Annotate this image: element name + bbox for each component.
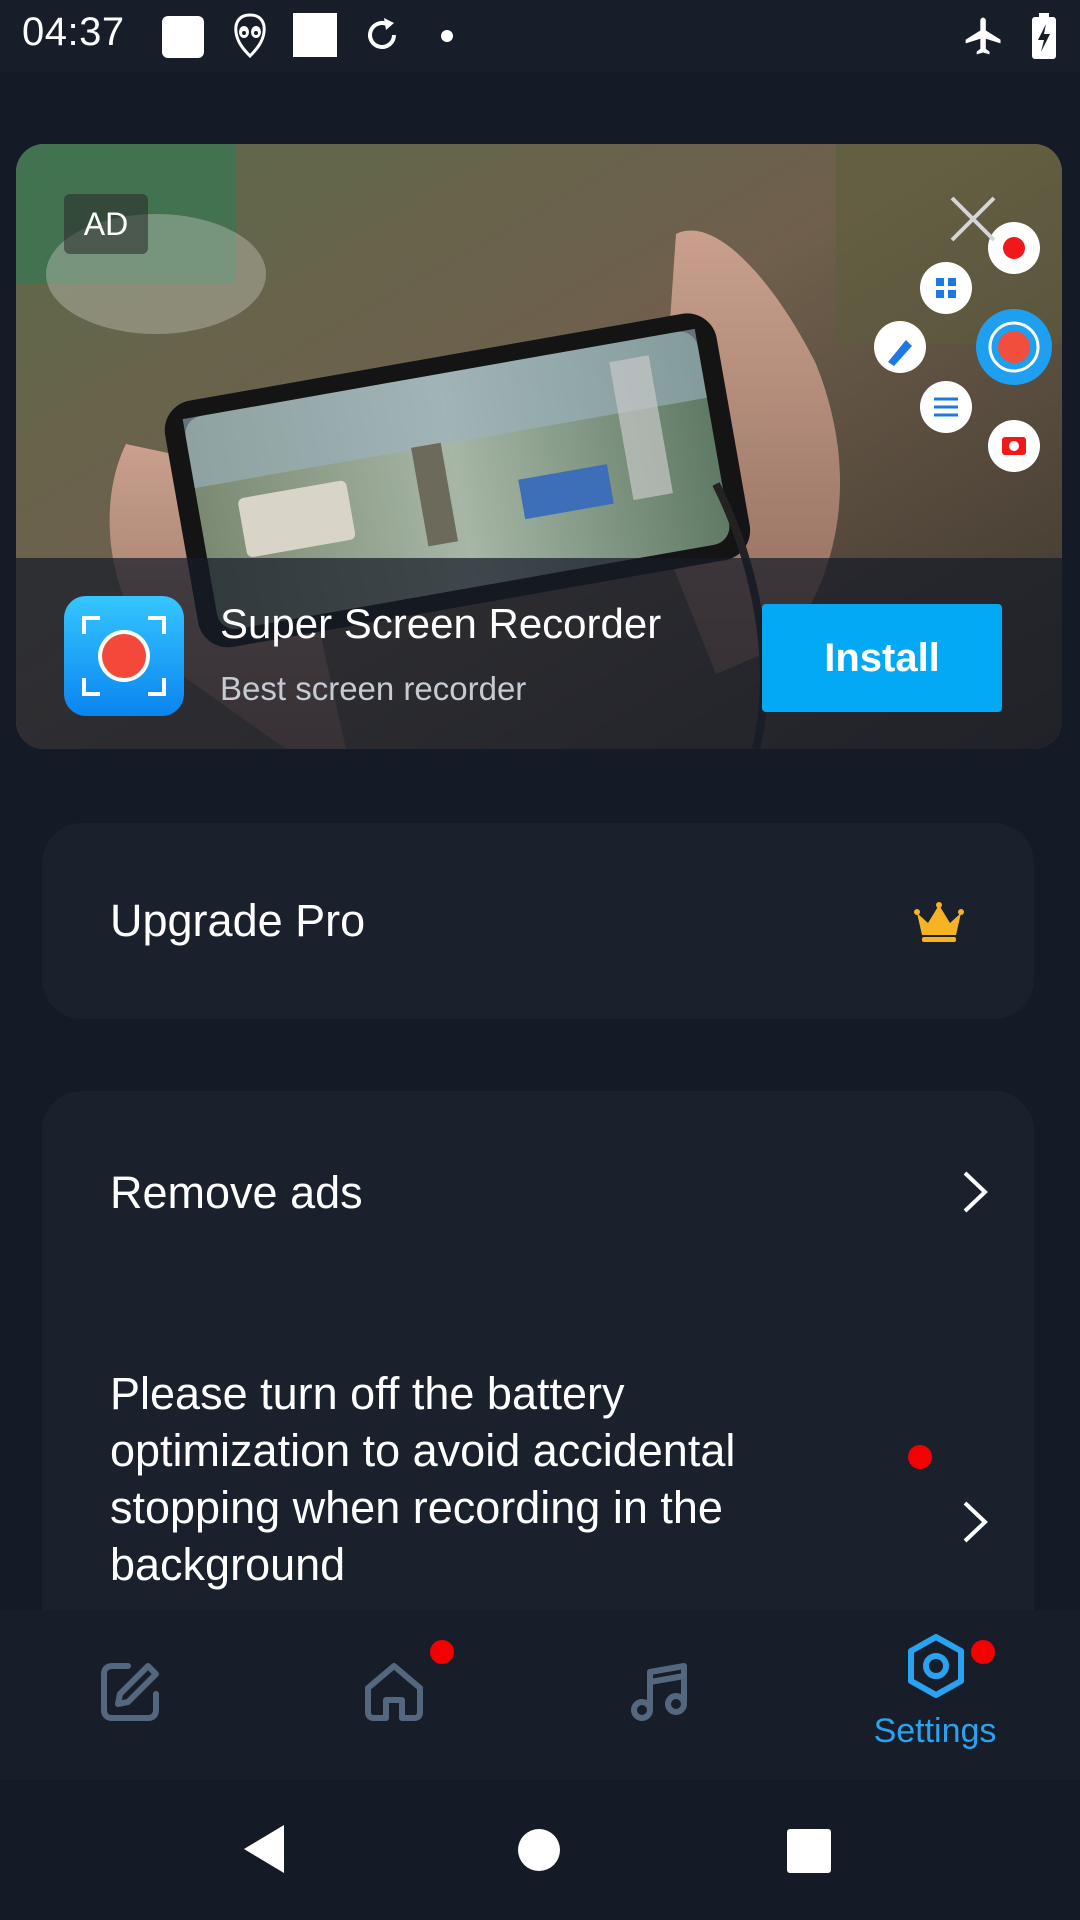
settings-icon: [908, 1634, 964, 1698]
upgrade-pro-label: Upgrade Pro: [110, 895, 366, 946]
remove-ads-label: Remove ads: [110, 1167, 363, 1218]
screen-recorder-icon: [82, 616, 166, 696]
edit-icon: [101, 1663, 159, 1721]
close-icon[interactable]: [946, 192, 1000, 246]
airplane-mode-icon: [965, 17, 1001, 55]
system-navigation-bar: [0, 1780, 1080, 1920]
tab-settings[interactable]: Settings: [835, 1610, 1035, 1780]
home-badge-dot: [430, 1640, 454, 1664]
settings-badge-dot: [971, 1640, 995, 1664]
ad-badge: AD: [64, 194, 148, 254]
ad-info-bar: Super Screen Recorder Best screen record…: [16, 558, 1062, 749]
notification-dot: [908, 1445, 932, 1469]
chevron-right-icon: [963, 1171, 988, 1213]
battery-optimization-text: Please turn off the battery optimization…: [110, 1368, 736, 1590]
ad-app-subtitle: Best screen recorder: [220, 670, 527, 707]
home-circle-icon[interactable]: [517, 1828, 561, 1872]
status-bar: 04:37: [0, 0, 1080, 72]
remove-ads-row[interactable]: Remove ads: [42, 1091, 1034, 1291]
dot-icon: [441, 30, 453, 42]
battery-optimization-row[interactable]: Please turn off the battery optimization…: [42, 1291, 1034, 1611]
sync-icon: [368, 18, 396, 49]
music-icon: [631, 1663, 687, 1721]
crown-icon: [914, 902, 964, 942]
tab-music[interactable]: [560, 1610, 760, 1780]
tab-home[interactable]: [294, 1610, 494, 1780]
tab-settings-label: Settings: [873, 1712, 997, 1750]
upgrade-pro-row[interactable]: Upgrade Pro: [42, 823, 1034, 1019]
settings-list: Remove ads Please turn off the battery o…: [42, 1091, 1034, 1611]
app-icon: [64, 596, 184, 716]
alien-icon: [234, 13, 266, 59]
status-time: 04:37: [22, 10, 125, 54]
notification-square-icon: [293, 13, 337, 57]
install-button[interactable]: Install: [762, 604, 1002, 712]
recents-icon[interactable]: [786, 1828, 832, 1874]
tab-edit[interactable]: [30, 1610, 230, 1780]
bottom-navigation: Settings: [0, 1610, 1080, 1780]
notification-square-icon: [162, 16, 204, 58]
battery-charging-icon: [1032, 13, 1056, 59]
ad-banner[interactable]: AD Super Screen Recorder Best screen rec…: [16, 144, 1062, 749]
back-icon[interactable]: [240, 1822, 288, 1876]
home-icon: [365, 1663, 423, 1721]
chevron-right-icon: [963, 1501, 988, 1543]
ad-app-name: Super Screen Recorder: [220, 600, 662, 647]
